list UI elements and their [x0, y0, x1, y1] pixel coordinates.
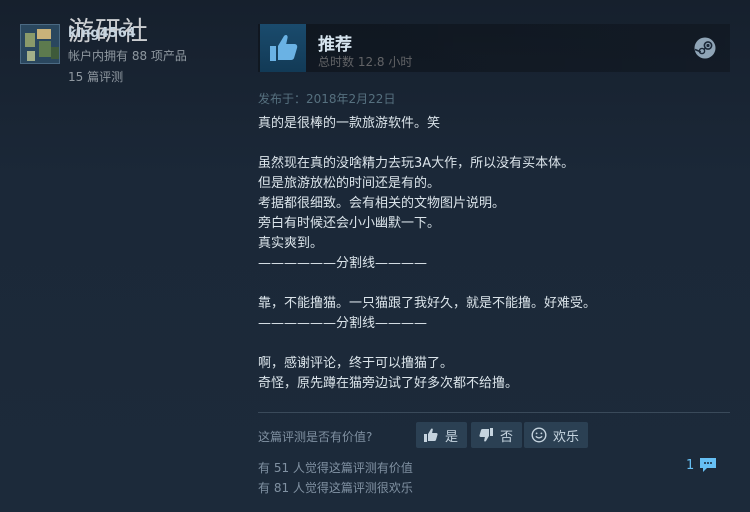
review-body-line: 靠，不能撸猫。一只猫跟了我好久，就是不能撸。好难受。 [258, 296, 597, 311]
review-body-line [258, 334, 734, 354]
review-body-line: 但是旅游放松的时间还是有的。 [258, 176, 441, 191]
review-body-line [258, 274, 734, 294]
review-body-line: 考据都很细致。会有相关的文物图片说明。 [258, 196, 506, 211]
avatar[interactable] [20, 24, 60, 64]
posted-date: 发布于：2018年2月22日 [258, 92, 396, 106]
author-products[interactable]: 帐户内拥有 88 项产品 [68, 47, 187, 64]
review-body-line: 奇怪，原先蹲在猫旁边试了好多次都不给撸。 [258, 376, 519, 391]
review-body-line: 真实爽到。 [258, 236, 324, 251]
vote-yes-label: 是 [445, 429, 459, 445]
helpful-question: 这篇评测是否有价值? [258, 430, 373, 444]
review-body-line: ——————分割线———— [258, 316, 428, 331]
vote-no-label: 否 [500, 429, 514, 445]
review-body-line: ——————分割线———— [258, 256, 428, 271]
funny-count: 有 81 人觉得这篇评测很欢乐 [258, 481, 413, 495]
review-verdict: 推荐 [318, 35, 352, 55]
review-header: 推荐 总时数 12.8 小时 [258, 24, 730, 72]
author-reviews[interactable]: 15 篇评测 [68, 68, 123, 85]
review-body-line: 虽然现在真的没啥精力去玩3A大作，所以没有买本体。 [258, 156, 575, 171]
review-body-line: 真的是很棒的一款旅游软件。笑 [258, 116, 441, 131]
vote-funny-button[interactable]: 欢乐 [524, 422, 589, 448]
steam-logo-icon [694, 37, 716, 59]
comments-link[interactable]: 1 [686, 456, 718, 474]
vote-yes-button[interactable]: 是 [416, 422, 468, 448]
author-name[interactable]: king4564 [68, 26, 136, 41]
review-body-line: 旁白有时候还会小小幽默一下。 [258, 216, 441, 231]
smile-icon [531, 427, 547, 443]
helpful-count: 有 51 人觉得这篇评测有价值 [258, 461, 413, 475]
review-divider [258, 412, 730, 413]
vote-funny-label: 欢乐 [553, 429, 580, 445]
review-body-line [258, 134, 734, 154]
thumbs-down-icon [479, 428, 493, 442]
review-page: 游研社 king4564 帐户内拥有 88 项产品 15 篇评测 推荐 总时数 … [0, 0, 750, 512]
vote-no-button[interactable]: 否 [471, 422, 523, 448]
thumbs-up-icon [424, 428, 438, 442]
recommend-badge [260, 24, 306, 72]
playtime-hours: 总时数 12.8 小时 [318, 55, 413, 69]
review-body: 真的是很棒的一款旅游软件。笑虽然现在真的没啥精力去玩3A大作，所以没有买本体。但… [258, 114, 734, 394]
review-body-line: 啊，感谢评论，终于可以撸猫了。 [258, 356, 454, 371]
comment-icon [700, 458, 717, 472]
thumbs-up-icon [270, 34, 298, 61]
comment-count: 1 [686, 457, 695, 473]
